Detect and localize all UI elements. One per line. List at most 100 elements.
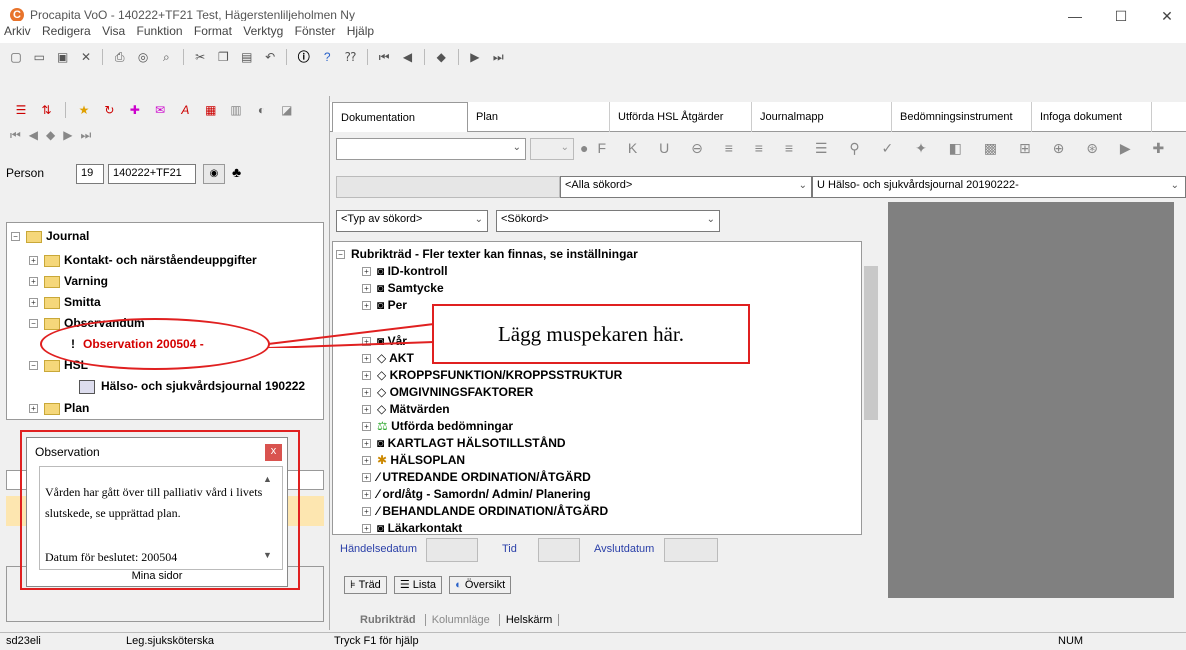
expand-icon[interactable]: + (362, 507, 371, 517)
undo-icon[interactable]: ↶ (262, 49, 278, 65)
expand-icon[interactable]: + (362, 388, 371, 398)
list-icon[interactable]: ☰ (13, 102, 29, 118)
tree-row[interactable]: + ⁄ BEHANDLANDE ORDINATION/ÅTGÄRD (362, 503, 608, 520)
tab-kolumnlage[interactable]: Kolumnläge (424, 614, 496, 626)
tab-bedomningsinstrument[interactable]: Bedömningsinstrument (892, 102, 1032, 132)
tree-row[interactable]: + ◙ ID-kontroll (362, 263, 448, 280)
tree-item-kontakt[interactable]: + Kontakt- och närståendeuppgifter (29, 251, 257, 269)
expand-icon[interactable]: + (362, 456, 371, 466)
expand-icon[interactable]: + (29, 298, 38, 308)
tree-view-tab[interactable]: ⊧ Träd (344, 576, 387, 594)
paste-icon[interactable]: ▤ (239, 49, 255, 65)
chart-icon[interactable]: ◪ (279, 102, 295, 118)
expand-icon[interactable]: + (362, 267, 371, 277)
calendar-icon[interactable]: ▦ (203, 102, 219, 118)
tab-journalmapp[interactable]: Journalmapp (752, 102, 892, 132)
menu-arkiv[interactable]: Arkiv (0, 21, 35, 41)
tab-dokumentation[interactable]: Dokumentation (332, 102, 468, 132)
collapse-icon[interactable]: − (29, 361, 38, 371)
tree-row[interactable]: + ⚖ Utförda bedömningar (362, 418, 513, 435)
menu-verktyg[interactable]: Verktyg (239, 21, 287, 41)
first-record-icon[interactable]: ⏮ (376, 49, 392, 65)
globe-icon[interactable]: ◐ (253, 102, 269, 118)
find-icon[interactable]: ⌕ (158, 49, 174, 65)
tab-rubriktrad[interactable]: Rubrikträd (354, 614, 422, 626)
person-id-field[interactable]: 140222+TF21 (108, 164, 196, 184)
tree-row[interactable]: + ◇ AKT (362, 350, 414, 367)
tree-row[interactable]: + ◇ KROPPSFUNKTION/KROPPSSTRUKTUR (362, 367, 622, 384)
type-combo[interactable]: <Typ av sökord> ⌄ (336, 210, 488, 232)
tree-item-journal[interactable]: − Journal (11, 227, 89, 245)
size-combo[interactable]: ⌄ (530, 138, 574, 160)
tree-row[interactable]: + ✱ HÄLSOPLAN (362, 452, 465, 469)
refresh-icon[interactable]: ↻ (101, 102, 117, 118)
person-number-field[interactable]: 19 (76, 164, 104, 184)
pill-icon[interactable]: ✚ (127, 102, 143, 118)
copy-icon[interactable]: ❐ (215, 49, 231, 65)
expand-icon[interactable]: + (362, 284, 371, 294)
format-toolbar-icons[interactable]: ●F K U ⊖ ≡ ≡ ≡ ☰ ⚲ ✓ ✦ ◧ ▩ ⊞ ⊕ ⊛ ▶ ✚ ➤ ⊘ (580, 140, 1186, 157)
info-icon[interactable]: ⓘ (296, 49, 312, 65)
right-scrollbar[interactable] (1174, 202, 1186, 598)
expand-icon[interactable]: + (362, 405, 371, 415)
last-record-icon[interactable]: ⏭ (490, 49, 506, 65)
expand-icon[interactable]: + (29, 404, 38, 414)
tree-row[interactable]: + ⁄ UTREDANDE ORDINATION/ÅTGÄRD (362, 469, 591, 486)
expand-icon[interactable]: + (362, 301, 371, 311)
context-help-icon[interactable]: ⁇ (343, 49, 359, 65)
star-icon[interactable]: ★ (76, 102, 92, 118)
book-icon[interactable]: ▥ (228, 102, 244, 118)
cut-icon[interactable]: ✂ (192, 49, 208, 65)
tree-header[interactable]: − Rubrikträd - Fler texter kan finnas, se… (336, 246, 638, 263)
new-document-icon[interactable]: ▢ (8, 49, 24, 65)
next-record-icon[interactable]: ▶ (467, 49, 483, 65)
list-view-tab[interactable]: ☰ Lista (393, 576, 443, 594)
menu-format[interactable]: Format (190, 21, 236, 41)
font-icon[interactable]: A (177, 102, 193, 118)
tab-utforda-hsl[interactable]: Utförda HSL Åtgärder (610, 102, 752, 132)
open-folder-icon[interactable]: ▭ (31, 49, 47, 65)
current-record-icon[interactable]: ◆ (433, 49, 449, 65)
end-date-field[interactable] (664, 538, 718, 562)
menu-hjalp[interactable]: Hjälp (343, 21, 378, 41)
collapse-icon[interactable]: − (29, 319, 38, 329)
tree-row[interactable]: + ⁄ ord/åtg - Samordn/ Admin/ Planering (362, 486, 591, 503)
tab-helskarm[interactable]: Helskärm (498, 614, 560, 626)
expand-icon[interactable]: + (362, 473, 371, 483)
menu-funktion[interactable]: Funktion (133, 21, 187, 41)
save-icon[interactable]: ▣ (55, 49, 71, 65)
event-date-field[interactable] (426, 538, 478, 562)
tree-row[interactable]: + ◙ KARTLAGT HÄLSOTILLSTÅND (362, 435, 566, 452)
tab-plan[interactable]: Plan (468, 102, 610, 132)
sort-icon[interactable]: ⇅ (38, 102, 54, 118)
tree-row[interactable]: + ◙ Läkarkontakt (362, 520, 462, 536)
print-icon[interactable]: ⎙ (112, 49, 128, 65)
tab-infoga-dokument[interactable]: Infoga dokument (1032, 102, 1152, 132)
help-icon[interactable]: ? (319, 49, 335, 65)
collapse-icon[interactable]: − (336, 250, 345, 260)
expand-icon[interactable]: + (362, 354, 371, 364)
expand-icon[interactable]: + (362, 439, 371, 449)
menu-fonster[interactable]: Fönster (291, 21, 340, 41)
mail-icon[interactable]: ✉ (152, 102, 168, 118)
collapse-icon[interactable]: − (11, 232, 20, 242)
eye-button[interactable]: ◉ (203, 164, 225, 184)
sokord-combo[interactable]: <Sökord> ⌄ (496, 210, 720, 232)
tree-scrollbar[interactable] (864, 266, 878, 420)
expand-icon[interactable]: + (362, 524, 371, 534)
tree-item-plan[interactable]: + Plan (29, 399, 89, 417)
empty-combo[interactable] (336, 176, 560, 198)
expand-icon[interactable]: + (29, 277, 38, 287)
time-field[interactable] (538, 538, 580, 562)
overview-tab[interactable]: ◐ Översikt (449, 576, 512, 594)
tree-row[interactable]: + ◙ Per (362, 297, 407, 314)
font-combo[interactable]: ⌄ (336, 138, 526, 160)
tree-row[interactable]: + ◙ Samtycke (362, 280, 444, 297)
tree-item-halso-journal[interactable]: Hälso- och sjukvårdsjournal 190222 (79, 377, 305, 395)
expand-icon[interactable]: + (362, 490, 371, 500)
expand-icon[interactable]: + (29, 256, 38, 266)
expand-icon[interactable]: + (362, 422, 371, 432)
journal-combo[interactable]: U Hälso- och sjukvårdsjournal 20190222- ⌄ (812, 176, 1186, 198)
tree-item-smitta[interactable]: + Smitta (29, 293, 101, 311)
keyword-combo[interactable]: <Alla sökord> ⌄ (560, 176, 812, 198)
